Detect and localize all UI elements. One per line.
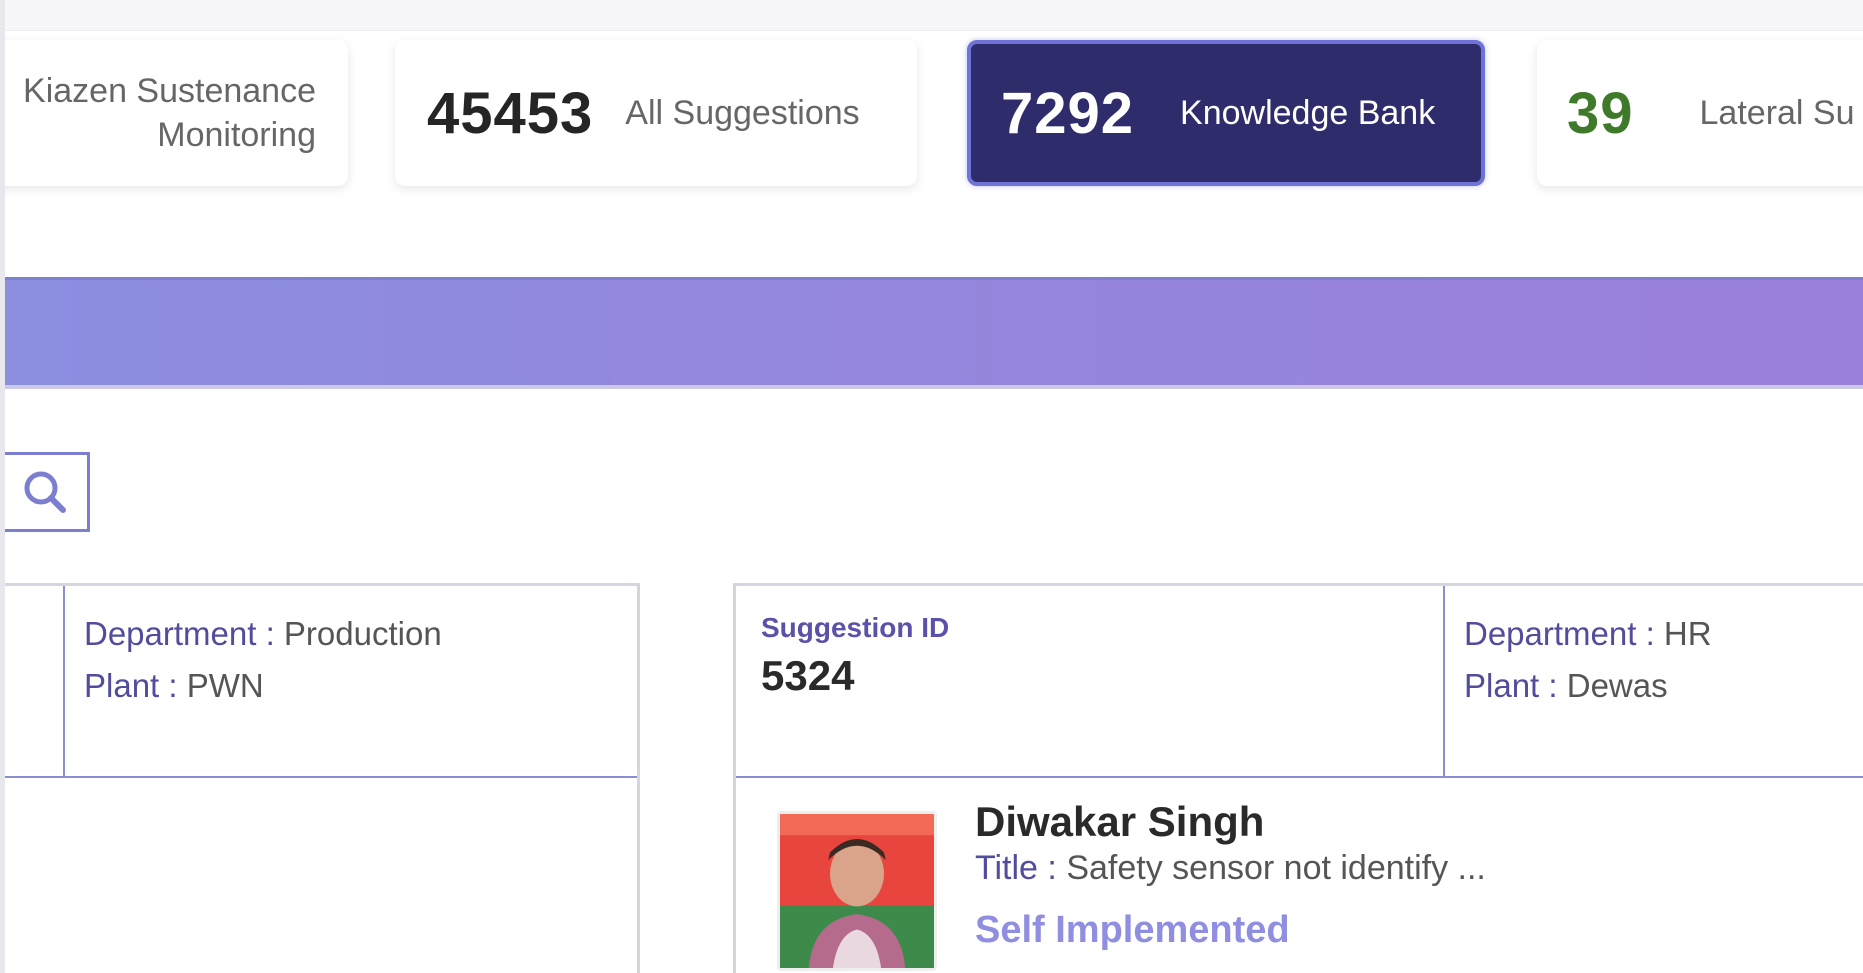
department-value: HR — [1663, 615, 1712, 652]
department-plant-block: Department : HR Plant : Dewas — [1464, 608, 1712, 712]
person-name: Diwakar Singh — [975, 798, 1265, 845]
plant-value: PWN — [186, 667, 264, 704]
header-divider — [63, 586, 65, 776]
kaizen-sustenance-label: Kiazen Sustenance Monitoring — [23, 69, 316, 157]
status-label: Self Implemented — [975, 909, 1290, 951]
suggestion-id-label: Suggestion ID — [761, 612, 950, 643]
suggestion-id-block: Suggestion ID 5324 — [761, 612, 949, 700]
title-key: Title : — [975, 849, 1057, 887]
search-icon — [24, 471, 66, 513]
card-header: Department : Production Plant : PWN — [0, 586, 637, 776]
avatar — [777, 811, 937, 971]
header-divider — [1443, 586, 1445, 776]
department-value: Production — [283, 615, 442, 652]
department-key: Department : — [84, 615, 275, 652]
card-header: Suggestion ID 5324 Department : HR Plant… — [736, 586, 1863, 776]
suggestion-card-right[interactable]: Suggestion ID 5324 Department : HR Plant… — [733, 583, 1863, 973]
department-row: Department : HR — [1464, 608, 1712, 660]
lateral-suggestions-label: Lateral Su — [1699, 93, 1855, 132]
card-divider — [0, 776, 637, 778]
department-key: Department : — [1464, 615, 1655, 652]
suggestion-title: Title : Safety sensor not identify ... — [975, 849, 1486, 888]
page: Kiazen Sustenance Monitoring 45453 All S… — [0, 0, 1863, 973]
department-plant-block: Department : Production Plant : PWN — [84, 608, 442, 712]
kaizen-label-line2: Monitoring — [157, 116, 316, 154]
search-button[interactable] — [0, 452, 90, 532]
avatar-photo-icon — [780, 814, 934, 968]
kaizen-sustenance-card[interactable]: Kiazen Sustenance Monitoring — [0, 40, 348, 186]
plant-value: Dewas — [1566, 667, 1668, 704]
knowledge-bank-card[interactable]: 7292 Knowledge Bank — [967, 40, 1485, 186]
plant-key: Plant : — [1464, 667, 1558, 704]
lateral-suggestions-count: 39 — [1567, 80, 1634, 146]
lateral-suggestions-card[interactable]: 39 Lateral Su — [1537, 40, 1863, 186]
left-edge-divider — [0, 0, 5, 973]
plant-row: Plant : PWN — [84, 660, 442, 712]
department-row: Department : Production — [84, 608, 442, 660]
all-suggestions-label: All Suggestions — [625, 93, 860, 132]
title-value: Safety sensor not identify ... — [1066, 849, 1486, 887]
top-strip — [0, 0, 1863, 31]
knowledge-bank-label: Knowledge Bank — [1180, 93, 1436, 132]
section-banner — [0, 277, 1863, 389]
all-suggestions-count: 45453 — [427, 80, 594, 146]
card-divider — [736, 776, 1863, 778]
plant-key: Plant : — [84, 667, 178, 704]
all-suggestions-card[interactable]: 45453 All Suggestions — [395, 40, 917, 186]
suggestion-id-value: 5324 — [761, 652, 855, 699]
kaizen-label-line1: Kiazen Sustenance — [23, 72, 316, 110]
knowledge-bank-count: 7292 — [1001, 80, 1135, 146]
suggestion-card-left[interactable]: Department : Production Plant : PWN — [0, 583, 640, 973]
plant-row: Plant : Dewas — [1464, 660, 1712, 712]
